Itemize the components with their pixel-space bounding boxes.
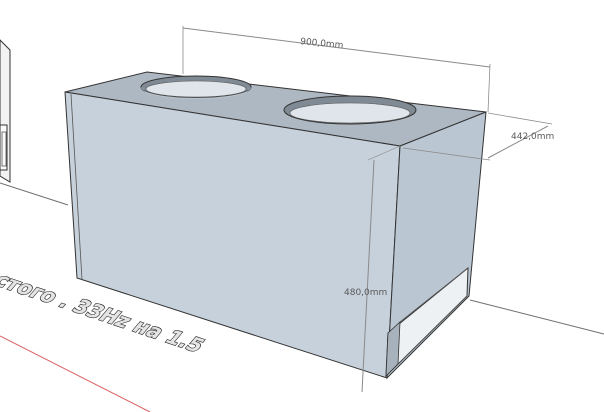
scene-canvas[interactable]: 900,0mm 442,0mm 480,0mm 129 чистого . 33… [0, 0, 604, 412]
dimension-height-label: 480,0mm [344, 288, 387, 298]
ground-line-right [469, 299, 604, 335]
ground-line-left [0, 182, 69, 206]
model-viewport[interactable]: 900,0mm 442,0mm 480,0mm 129 чистого . 33… [0, 0, 604, 412]
speaker-hole-right[interactable] [283, 95, 417, 125]
speaker-hole-left[interactable] [140, 75, 252, 99]
dimension-width-label: 900,0mm [300, 37, 344, 51]
red-axis-line [0, 335, 151, 412]
background-wall-object [0, 39, 11, 183]
dimension-depth-label: 442,0mm [511, 132, 554, 142]
